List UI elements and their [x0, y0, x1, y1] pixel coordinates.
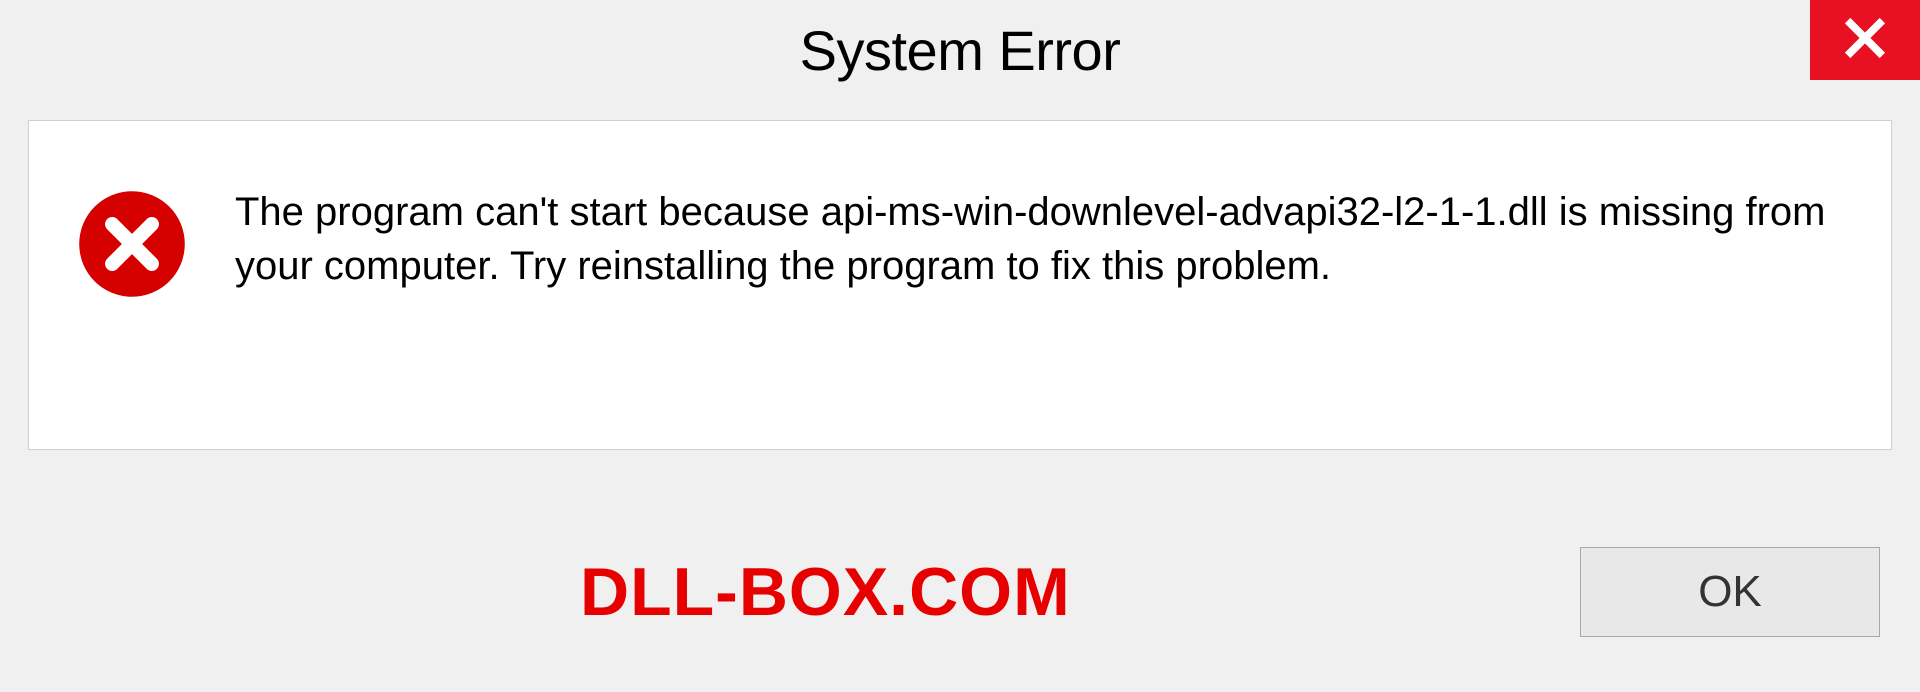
titlebar: System Error — [0, 0, 1920, 100]
error-icon — [77, 189, 187, 299]
footer: DLL-BOX.COM OK — [0, 512, 1920, 692]
error-message: The program can't start because api-ms-w… — [235, 181, 1843, 293]
dialog-title: System Error — [800, 18, 1121, 83]
ok-button[interactable]: OK — [1580, 547, 1880, 637]
close-button[interactable] — [1810, 0, 1920, 80]
close-icon — [1843, 16, 1887, 65]
content-panel: The program can't start because api-ms-w… — [28, 120, 1892, 450]
watermark-text: DLL-BOX.COM — [580, 553, 1071, 631]
